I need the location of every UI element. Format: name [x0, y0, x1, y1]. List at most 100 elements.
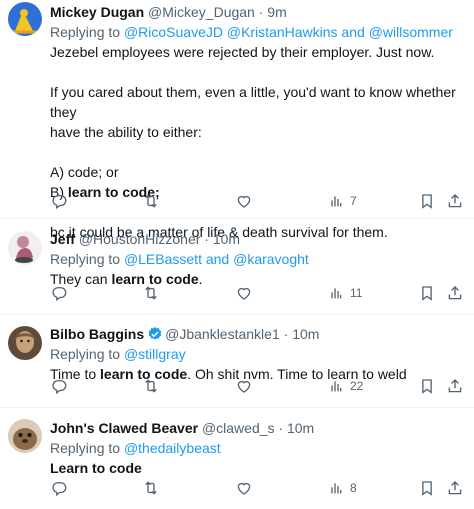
display-name[interactable]: John's Clawed Beaver: [50, 420, 198, 436]
reply-button[interactable]: [50, 192, 68, 210]
bookmark-icon: [418, 479, 436, 497]
action-bar: 11: [50, 283, 466, 303]
bookmark-button[interactable]: [418, 284, 436, 302]
mention-link[interactable]: @LEBassett: [124, 251, 202, 267]
share-icon: [446, 192, 464, 210]
tweet-text: Learn to code: [50, 458, 460, 478]
avatar[interactable]: [8, 231, 42, 265]
retweet-icon: [142, 192, 160, 210]
like-button[interactable]: [235, 377, 253, 395]
tweet-line: have the ability to either:: [50, 124, 202, 140]
timestamp[interactable]: 10m: [213, 231, 240, 247]
views-button[interactable]: 8: [328, 478, 357, 498]
action-bar: 22: [50, 376, 466, 396]
separator-dot: ·: [258, 4, 264, 20]
action-bar: 8: [50, 478, 466, 498]
view-count: 22: [350, 379, 364, 393]
reply-button[interactable]: [50, 284, 68, 302]
mention-link[interactable]: @willsommer: [369, 24, 453, 40]
avatar[interactable]: [8, 2, 42, 36]
replying-and[interactable]: and: [202, 251, 233, 267]
reply-icon: [50, 192, 68, 210]
like-button[interactable]: [235, 192, 253, 210]
tweet-header: Mickey Dugan @Mickey_Dugan · 9m: [50, 2, 460, 22]
user-handle[interactable]: @HoustonHizzoner: [79, 231, 201, 247]
bookmark-button[interactable]: [418, 377, 436, 395]
replying-to-prefix: Replying to: [50, 346, 124, 362]
replying-to-prefix: Replying to: [50, 24, 124, 40]
views-icon: [328, 193, 344, 209]
views-button[interactable]: 7: [328, 191, 357, 211]
avatar[interactable]: [8, 326, 42, 360]
separator-dot: ·: [283, 326, 289, 342]
heart-icon: [235, 284, 253, 302]
replying-to-prefix: Replying to: [50, 440, 124, 456]
display-name[interactable]: Bilbo Baggins: [50, 326, 144, 342]
heart-icon: [235, 192, 253, 210]
retweet-button[interactable]: [142, 192, 160, 210]
retweet-button[interactable]: [142, 479, 160, 497]
mention-link[interactable]: @karavoght: [233, 251, 309, 267]
share-button[interactable]: [446, 192, 464, 210]
replying-to-prefix: Replying to: [50, 251, 124, 267]
mention-link[interactable]: @KristanHawkins: [227, 24, 338, 40]
user-handle[interactable]: @clawed_s: [202, 420, 275, 436]
share-icon: [446, 284, 464, 302]
tweet[interactable]: Jeff @HoustonHizzoner · 10m Replying to …: [0, 219, 474, 315]
share-button[interactable]: [446, 479, 464, 497]
mention-link[interactable]: @stillgray: [124, 346, 186, 362]
verified-badge-icon: [148, 327, 162, 340]
reply-button[interactable]: [50, 377, 68, 395]
retweet-icon: [142, 479, 160, 497]
mention-link[interactable]: @RicoSuaveJD: [124, 24, 223, 40]
share-button[interactable]: [446, 377, 464, 395]
retweet-icon: [142, 284, 160, 302]
share-icon: [446, 479, 464, 497]
mention-link[interactable]: @thedailybeast: [124, 440, 221, 456]
bookmark-icon: [418, 377, 436, 395]
replying-and[interactable]: and: [338, 24, 369, 40]
replying-to: Replying to @thedailybeast: [50, 438, 460, 458]
timestamp[interactable]: 10m: [287, 420, 314, 436]
display-name[interactable]: Jeff: [50, 231, 75, 247]
share-icon: [446, 377, 464, 395]
retweet-button[interactable]: [142, 377, 160, 395]
display-name[interactable]: Mickey Dugan: [50, 4, 144, 20]
tweet[interactable]: Mickey Dugan @Mickey_Dugan · 9m Replying…: [0, 0, 474, 240]
timestamp[interactable]: 9m: [267, 4, 286, 20]
tweet-text: Jezebel employees were rejected by their…: [50, 42, 460, 242]
heart-icon: [235, 377, 253, 395]
separator-dot: ·: [204, 231, 209, 247]
tweet[interactable]: John's Clawed Beaver @clawed_s · 10m Rep…: [0, 408, 474, 509]
avatar[interactable]: [8, 419, 42, 453]
views-button[interactable]: 11: [328, 283, 362, 303]
user-handle[interactable]: @Mickey_Dugan: [148, 4, 255, 20]
retweet-icon: [142, 377, 160, 395]
tweet-line: A) code; or: [50, 164, 119, 180]
replying-to: Replying to @stillgray: [50, 344, 460, 364]
bookmark-button[interactable]: [418, 192, 436, 210]
retweet-button[interactable]: [142, 284, 160, 302]
reply-button[interactable]: [50, 479, 68, 497]
share-button[interactable]: [446, 284, 464, 302]
tweet[interactable]: Bilbo Baggins @Jbanklestankle1 · 10m Repl…: [0, 315, 474, 408]
views-icon: [328, 378, 344, 394]
view-count: 7: [350, 194, 357, 208]
user-handle[interactable]: @Jbanklestankle1: [165, 326, 280, 342]
like-button[interactable]: [235, 284, 253, 302]
replying-to: Replying to @RicoSuaveJD @KristanHawkins…: [50, 22, 460, 42]
replying-to: Replying to @LEBassett and @karavoght: [50, 249, 460, 269]
view-count: 8: [350, 481, 357, 495]
tweet-header: Bilbo Baggins @Jbanklestankle1 · 10m: [50, 324, 460, 344]
like-button[interactable]: [235, 479, 253, 497]
views-icon: [328, 285, 344, 301]
timestamp[interactable]: 10m: [292, 326, 319, 342]
views-icon: [328, 480, 344, 496]
bookmark-button[interactable]: [418, 479, 436, 497]
action-bar: 7: [50, 191, 466, 211]
views-button[interactable]: 22: [328, 376, 363, 396]
tweet-line: If you cared about them, even a little, …: [50, 84, 456, 120]
tweet-header: John's Clawed Beaver @clawed_s · 10m: [50, 418, 460, 438]
separator-dot: ·: [278, 420, 284, 436]
tweet-line: Learn to code: [50, 458, 460, 478]
